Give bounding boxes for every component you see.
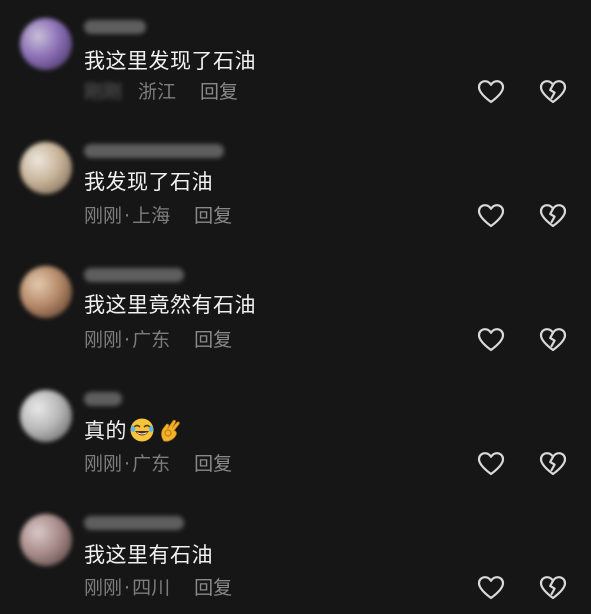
dislike-broken-heart-icon[interactable] — [539, 202, 567, 230]
username-redacted[interactable] — [84, 516, 184, 530]
meta-separator: · — [124, 453, 131, 475]
comment-meta: 刚刚 · 广东 回复 — [84, 328, 232, 352]
dislike-broken-heart-icon[interactable] — [539, 78, 567, 106]
avatar[interactable] — [20, 266, 72, 318]
comment-text-label: 我这里竟然有石油 — [84, 293, 256, 317]
like-heart-icon[interactable] — [477, 202, 505, 230]
comment-text-label: 真的 — [84, 419, 127, 443]
meta-separator: · — [124, 577, 131, 599]
comment-item: 真的刚刚 · 广东 回复 — [0, 372, 591, 490]
username-redacted[interactable] — [84, 268, 184, 282]
comment-text-label: 我这里有石油 — [84, 543, 213, 567]
avatar[interactable] — [20, 142, 72, 194]
comment-meta: 刚刚 · 四川 回复 — [84, 576, 232, 600]
meta-separator: · — [124, 205, 131, 227]
rolling-on-floor-laughing-emoji — [129, 417, 155, 443]
comment-item: 我发现了石油 刚刚 · 上海 回复 — [0, 124, 591, 242]
comment-time: 刚刚 — [84, 453, 123, 475]
ok-hand-emoji — [157, 417, 183, 443]
dislike-broken-heart-icon[interactable] — [539, 574, 567, 602]
comment-text: 真的 — [84, 417, 183, 444]
reply-button[interactable]: 回复 — [194, 577, 232, 599]
comment-location: 上海 — [132, 205, 171, 227]
comment-time: 刚刚 — [84, 577, 123, 599]
comment-time: 刚刚 — [84, 329, 123, 351]
username-redacted[interactable] — [84, 144, 224, 158]
username-redacted[interactable] — [84, 392, 122, 406]
comment-time: 刚刚 — [84, 205, 123, 227]
comment-text: 我这里发现了石油 — [84, 48, 256, 74]
comment-text-label: 我发现了石油 — [84, 170, 213, 194]
comment-meta: 刚刚 · 广东 回复 — [84, 452, 232, 476]
comment-time: 刚刚 — [84, 81, 123, 103]
comment-text-label: 我这里发现了石油 — [84, 49, 256, 73]
reply-button[interactable]: 回复 — [194, 205, 232, 227]
comment-text: 我这里竟然有石油 — [84, 292, 256, 318]
dislike-broken-heart-icon[interactable] — [539, 450, 567, 478]
like-heart-icon[interactable] — [477, 450, 505, 478]
comment-meta: 刚刚 · 上海 回复 — [84, 204, 232, 228]
comment-location: 浙江 — [138, 81, 177, 103]
comment-location: 四川 — [132, 577, 171, 599]
comment-text: 我这里有石油 — [84, 542, 213, 568]
like-heart-icon[interactable] — [477, 326, 505, 354]
comment-location: 广东 — [132, 329, 171, 351]
like-heart-icon[interactable] — [477, 78, 505, 106]
avatar[interactable] — [20, 514, 72, 566]
comment-location: 广东 — [132, 453, 171, 475]
comment-item: 我这里有石油 刚刚 · 四川 回复 — [0, 496, 591, 614]
dislike-broken-heart-icon[interactable] — [539, 326, 567, 354]
avatar[interactable] — [20, 390, 72, 442]
reply-button[interactable]: 回复 — [200, 81, 238, 103]
comment-text: 我发现了石油 — [84, 169, 213, 195]
meta-separator: · — [124, 329, 131, 351]
comment-meta: 刚刚 浙江 回复 — [84, 80, 238, 104]
comment-item: 我这里发现了石油 刚刚 浙江 回复 — [0, 0, 591, 118]
username-redacted[interactable] — [84, 20, 146, 34]
like-heart-icon[interactable] — [477, 574, 505, 602]
avatar[interactable] — [20, 18, 72, 70]
comment-item: 我这里竟然有石油 刚刚 · 广东 回复 — [0, 248, 591, 366]
reply-button[interactable]: 回复 — [194, 329, 232, 351]
reply-button[interactable]: 回复 — [194, 453, 232, 475]
